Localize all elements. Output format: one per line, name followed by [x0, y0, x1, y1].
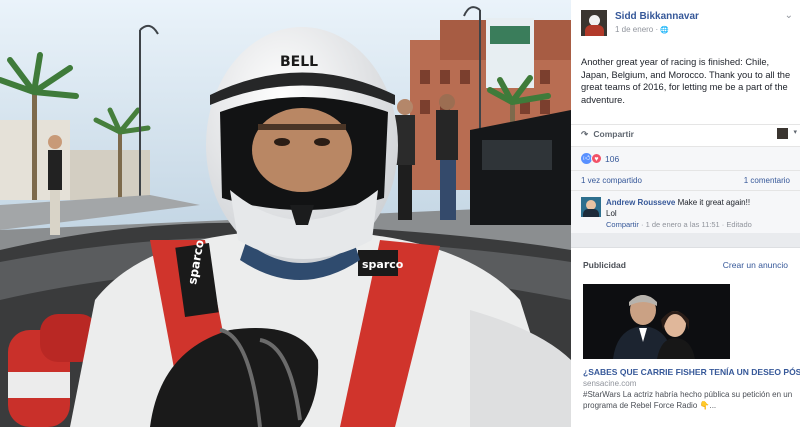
post-header: Sidd Bikkannavar 1 de enero · 🌐 ⌄ — [581, 10, 793, 38]
audience-avatar[interactable] — [777, 128, 788, 139]
comment-text-line2: Lol — [606, 209, 617, 218]
post-text: Another great year of racing is finished… — [581, 57, 791, 105]
share-label: Compartir — [593, 129, 634, 139]
share-button[interactable]: ↷ Compartir — [581, 129, 634, 140]
caret-down-icon[interactable]: ▾ — [793, 128, 797, 136]
author-name[interactable]: Sidd Bikkannavar — [615, 11, 699, 22]
commenter-avatar[interactable] — [581, 197, 601, 217]
globe-icon: 🌐 — [660, 27, 670, 34]
ads-section: Publicidad Crear un anuncio ¿SABES QUE C — [571, 233, 800, 427]
love-icon: ♥ — [591, 153, 602, 164]
share-count[interactable]: 1 vez compartido — [581, 176, 642, 185]
ad-image[interactable] — [583, 284, 730, 359]
action-row: ↷ Compartir ▾ — [571, 124, 800, 142]
ad-photo — [583, 284, 730, 359]
comment-body: Andrew Rousseve Make it great again!! Lo… — [606, 197, 792, 219]
harness-logo-right: sparco — [362, 258, 404, 271]
comment-footer: Compartir · 1 de enero a las 11:51 · Edi… — [606, 220, 752, 229]
chevron-down-icon[interactable]: ⌄ — [785, 10, 793, 21]
share-icon: ↷ — [581, 129, 589, 139]
post-side-panel: Sidd Bikkannavar 1 de enero · 🌐 ⌄ Anothe… — [571, 0, 800, 427]
comment-item: Andrew Rousseve Make it great again!! Lo… — [571, 190, 800, 233]
create-ad-link[interactable]: Crear un anuncio — [723, 260, 788, 270]
post-photo[interactable]: sparco sparco BELL — [0, 0, 571, 427]
ad-card[interactable]: Publicidad Crear un anuncio ¿SABES QUE C — [571, 247, 800, 427]
post-date[interactable]: 1 de enero — [615, 25, 653, 34]
reaction-count[interactable]: 106 — [605, 154, 619, 164]
reactions-bar[interactable]: 👍︎ ♥ 106 — [571, 146, 800, 170]
meta-separator: · — [655, 25, 659, 34]
photo-viewer: sparco sparco BELL Sidd Bikkannavar 1 de… — [0, 0, 800, 427]
helmet-brand: BELL — [280, 54, 318, 70]
ad-headline[interactable]: ¿SABES QUE CARRIE FISHER TENÍA UN DESEO … — [583, 367, 800, 377]
ads-heading: Publicidad — [583, 260, 626, 270]
commenter-name[interactable]: Andrew Rousseve — [606, 198, 675, 207]
comment-timestamp: · 1 de enero a las 11:51 · Editado — [641, 220, 752, 229]
selfie-illustration: sparco sparco BELL — [0, 0, 571, 427]
comment-share-link[interactable]: Compartir — [606, 220, 639, 229]
comment-count[interactable]: 1 comentario — [744, 176, 790, 185]
post-meta: 1 de enero · 🌐 — [615, 25, 669, 34]
ad-description: #StarWars La actriz habría hecho pública… — [583, 390, 793, 410]
ad-domain[interactable]: sensacine.com — [583, 379, 636, 388]
author-avatar[interactable] — [581, 10, 607, 36]
comment-text: Make it great again!! — [677, 198, 751, 207]
post-stats: 1 vez compartido 1 comentario — [571, 170, 800, 190]
